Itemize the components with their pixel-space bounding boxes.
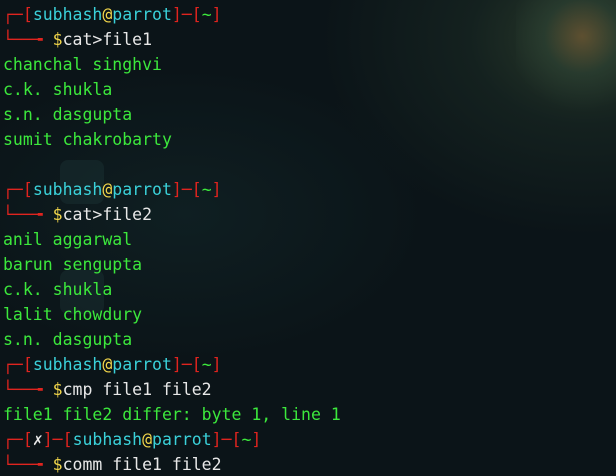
prompt-dollar: $ [52, 30, 63, 49]
command-line: └──╼ $cat>file1 [3, 30, 153, 49]
prompt-dollar: $ [52, 455, 63, 474]
prompt-dir: ~ [201, 355, 212, 374]
prompt-at: @ [142, 430, 153, 449]
output-line: anil aggarwal [3, 230, 133, 249]
error-mark-icon: ✗ [32, 430, 43, 449]
prompt-line: ┌─[subhash@parrot]─[~] [3, 355, 222, 374]
command-line: └──╼ $cat>file2 [3, 205, 153, 224]
output-line: c.k. shukla [3, 280, 113, 299]
output-line: c.k. shukla [3, 80, 113, 99]
command-text: comm file1 file2 [62, 455, 222, 474]
command-text: cat>file1 [62, 30, 153, 49]
prompt-line: ┌─[✗]─[subhash@parrot]─[~] [3, 430, 262, 449]
command-line[interactable]: └──╼ $comm file1 file2 [3, 452, 222, 476]
output-line: sumit chakrobarty [3, 130, 172, 149]
prompt-at: @ [102, 180, 113, 199]
prompt-line: ┌─[subhash@parrot]─[~] [3, 180, 222, 199]
output-line: barun sengupta [3, 255, 143, 274]
prompt-dir: ~ [241, 430, 252, 449]
prompt-dir: ~ [201, 180, 212, 199]
prompt-host: parrot [112, 355, 172, 374]
command-text: cmp file1 file2 [62, 380, 212, 399]
prompt-user: subhash [32, 5, 103, 24]
command-line: └──╼ $cmp file1 file2 [3, 380, 212, 399]
prompt-host: parrot [112, 180, 172, 199]
prompt-user: subhash [32, 355, 103, 374]
output-line: chanchal singhvi [3, 55, 162, 74]
prompt-user: subhash [32, 180, 103, 199]
prompt-line: ┌─[subhash@parrot]─[~] [3, 5, 222, 24]
output-line: lalit chowdury [3, 305, 143, 324]
command-text: cat>file2 [62, 205, 153, 224]
prompt-dollar: $ [52, 205, 63, 224]
prompt-dir: ~ [201, 5, 212, 24]
output-line: s.n. dasgupta [3, 330, 133, 349]
prompt-at: @ [102, 355, 113, 374]
prompt-host: parrot [112, 5, 172, 24]
prompt-dollar: $ [52, 380, 63, 399]
prompt-user: subhash [72, 430, 143, 449]
prompt-at: @ [102, 5, 113, 24]
prompt-host: parrot [152, 430, 212, 449]
wallpaper-decoration [516, 0, 616, 120]
output-line: file1 file2 differ: byte 1, line 1 [3, 405, 341, 424]
terminal-window[interactable]: ┌─[subhash@parrot]─[~] └──╼ $cat>file1 c… [0, 0, 616, 476]
output-line: s.n. dasgupta [3, 105, 133, 124]
